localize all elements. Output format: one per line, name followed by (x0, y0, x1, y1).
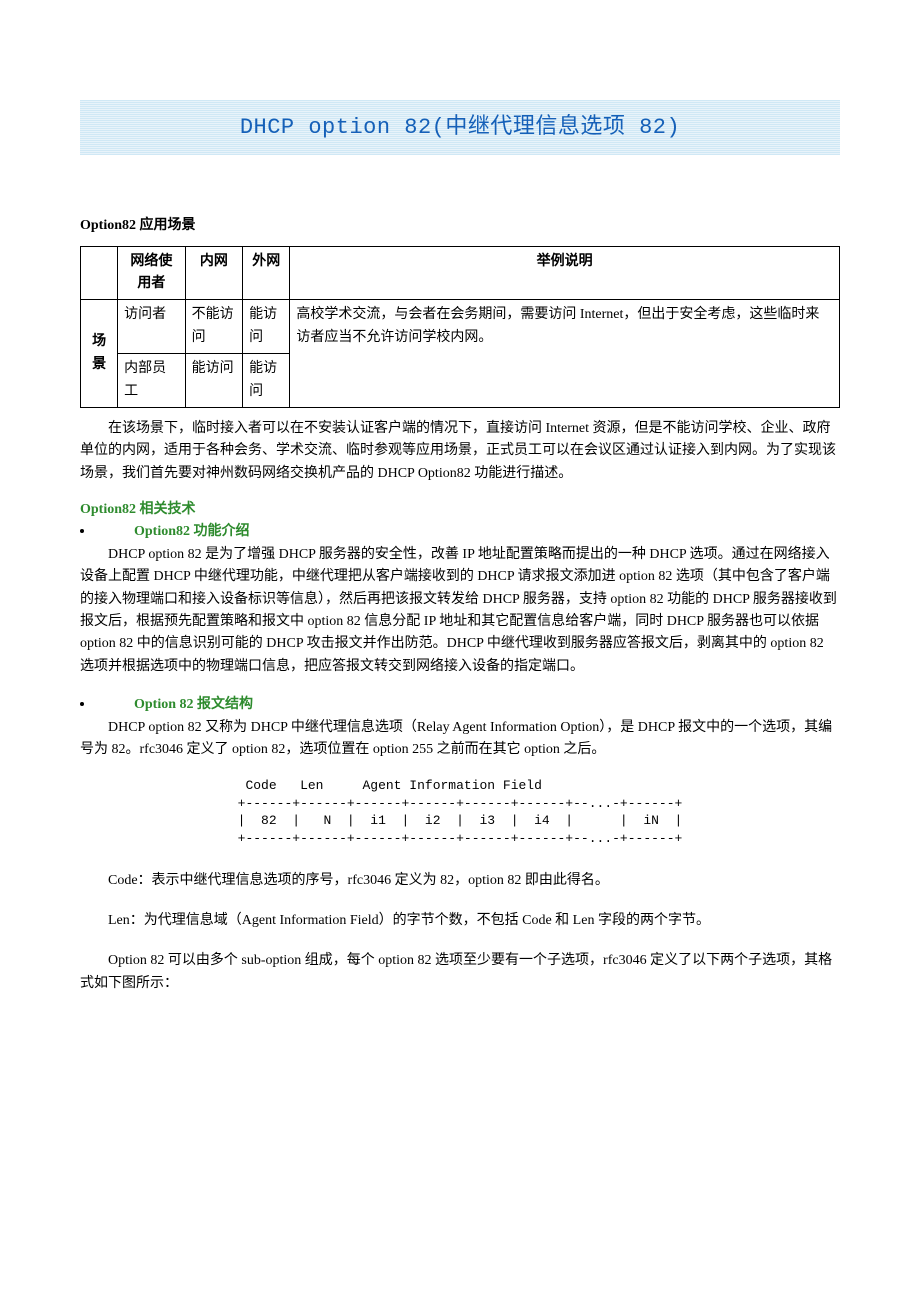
cell-example: 高校学术交流，与会者在会务期间，需要访问 Internet，但出于安全考虑，这些… (290, 300, 840, 408)
table-header-row: 网络使用者 内网 外网 举例说明 (81, 246, 840, 300)
sub2-paragraph3: Len：为代理信息域（Agent Information Field）的字节个数… (80, 910, 840, 932)
bullet-item-function: Option82 功能介绍 (80, 521, 840, 543)
sub2-paragraph4: Option 82 可以由多个 sub-option 组成，每个 option … (80, 950, 840, 995)
cell-employee-intranet: 能访问 (185, 354, 242, 408)
section-related-tech: Option82 相关技术 Option82 功能介绍 DHCP option … (80, 499, 840, 995)
sub2-paragraph2: Code：表示中继代理信息选项的序号，rfc3046 定义为 82，option… (80, 870, 840, 892)
section1-heading: Option82 应用场景 (80, 215, 840, 237)
th-user: 网络使用者 (118, 246, 186, 300)
section-application-scenario: Option82 应用场景 网络使用者 内网 外网 举例说明 场景 访问者 不能… (80, 215, 840, 485)
cell-visitor-intranet: 不能访问 (185, 300, 242, 354)
bullet-icon (80, 702, 84, 706)
th-blank (81, 246, 118, 300)
th-intranet: 内网 (185, 246, 242, 300)
th-extranet: 外网 (243, 246, 290, 300)
packet-figure: Code Len Agent Information Field +------… (238, 777, 683, 847)
cell-visitor: 访问者 (118, 300, 186, 354)
sub2-heading: Option 82 报文结构 (134, 694, 253, 716)
rowhead-scenario: 场景 (81, 300, 118, 408)
scenario-table: 网络使用者 内网 外网 举例说明 场景 访问者 不能访问 能访问 高校学术交流，… (80, 246, 840, 408)
bullet-item-structure: Option 82 报文结构 (80, 694, 840, 716)
cell-employee: 内部员工 (118, 354, 186, 408)
sub2-paragraph1: DHCP option 82 又称为 DHCP 中继代理信息选项（Relay A… (80, 717, 840, 762)
th-example: 举例说明 (290, 246, 840, 300)
table-row: 场景 访问者 不能访问 能访问 高校学术交流，与会者在会务期间，需要访问 Int… (81, 300, 840, 354)
packet-figure-wrap: Code Len Agent Information Field +------… (80, 765, 840, 869)
cell-employee-extranet: 能访问 (243, 354, 290, 408)
sub1-heading: Option82 功能介绍 (134, 521, 250, 543)
title-banner: DHCP option 82(中继代理信息选项 82) (80, 100, 840, 155)
bullet-icon (80, 529, 84, 533)
section2-heading: Option82 相关技术 (80, 499, 840, 521)
cell-visitor-extranet: 能访问 (243, 300, 290, 354)
page-title: DHCP option 82(中继代理信息选项 82) (80, 110, 840, 145)
section1-paragraph: 在该场景下，临时接入者可以在不安装认证客户端的情况下，直接访问 Internet… (80, 418, 840, 485)
sub1-paragraph: DHCP option 82 是为了增强 DHCP 服务器的安全性，改善 IP … (80, 544, 840, 678)
